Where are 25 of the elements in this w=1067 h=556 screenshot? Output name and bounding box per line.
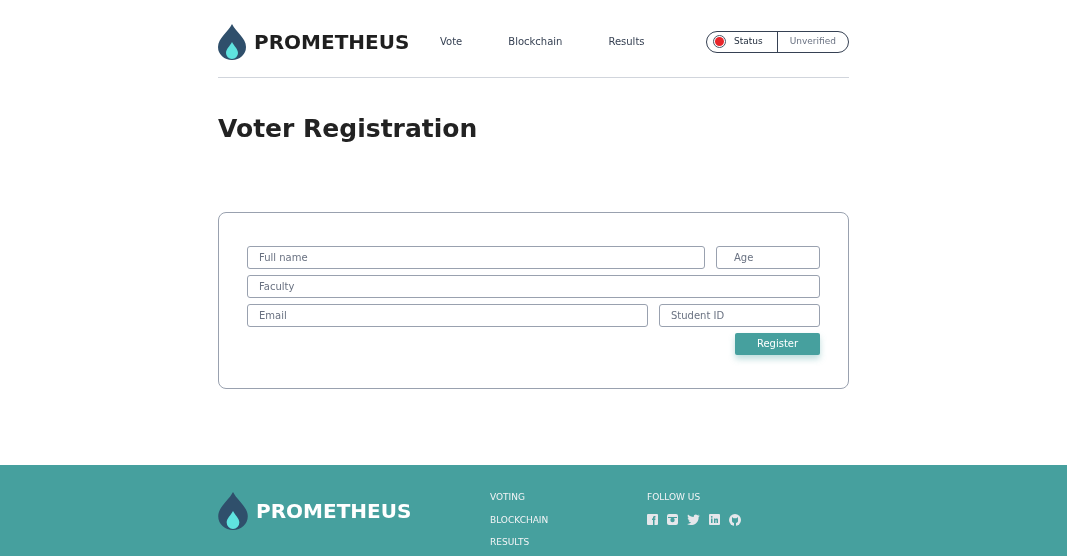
- nav-link[interactable]: Vote: [440, 34, 463, 49]
- cat-icon[interactable]: [729, 513, 741, 526]
- bird-icon[interactable]: [687, 514, 700, 525]
- brand-name: PROMETHEUS: [256, 497, 412, 525]
- flame-logo-icon: [218, 491, 248, 530]
- in-square-icon[interactable]: [709, 514, 720, 525]
- camera-icon[interactable]: [667, 514, 678, 525]
- nav-link[interactable]: Blockchain: [508, 34, 563, 49]
- status-label: Status: [734, 34, 764, 48]
- nav-link[interactable]: Results: [608, 34, 645, 49]
- register-button[interactable]: Register: [735, 332, 820, 355]
- status-value: Unverified: [788, 34, 837, 48]
- input-field[interactable]: Full name: [247, 245, 705, 269]
- input-field[interactable]: Email: [247, 303, 648, 327]
- brand-name: PROMETHEUS: [254, 28, 410, 56]
- input-field[interactable]: Student ID: [659, 303, 820, 327]
- footer-link[interactable]: BLOCKCHAIN: [490, 513, 647, 527]
- page-title: Voter Registration: [218, 113, 479, 145]
- footer-link[interactable]: VOTING: [490, 491, 647, 505]
- square-f-icon[interactable]: [647, 514, 658, 525]
- input-field[interactable]: Age: [716, 245, 820, 269]
- follow-heading: FOLLOW US: [647, 491, 702, 504]
- footer-link[interactable]: RESULTS: [490, 536, 647, 550]
- flame-logo-icon: [218, 23, 246, 60]
- input-field[interactable]: Faculty: [247, 274, 820, 298]
